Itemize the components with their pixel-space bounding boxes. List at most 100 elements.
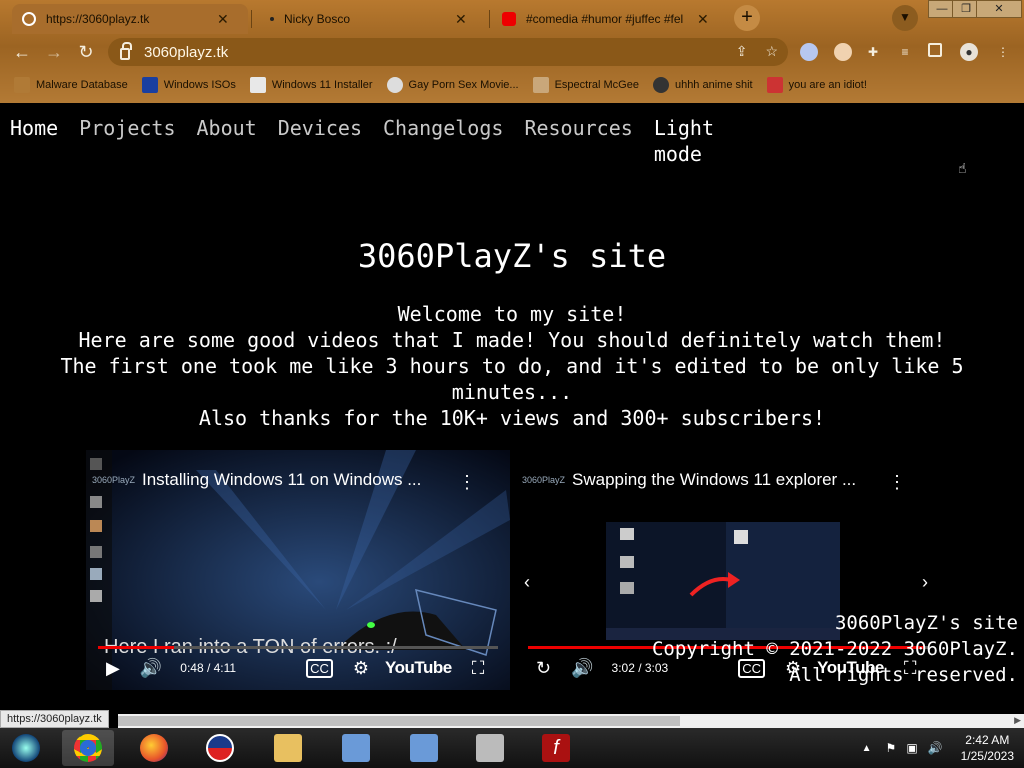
video-menu-icon[interactable]: ⋮ [888, 472, 906, 493]
chrome-icon [74, 734, 102, 762]
bookmark-espectral-mcgee[interactable]: Espectral McGee [532, 77, 639, 93]
footer-line: All rights reserved. [789, 664, 1018, 686]
close-tab-icon[interactable]: ✕ [455, 11, 467, 28]
forward-button[interactable]: → [42, 40, 66, 64]
clock-time: 2:42 AM [965, 733, 1010, 747]
installer-icon [342, 734, 370, 762]
bookmark-favicon [141, 77, 158, 93]
taskbar-obama-app[interactable] [194, 730, 246, 766]
nav-changelogs[interactable]: Changelogs [383, 115, 503, 167]
taskbar-setup-2[interactable] [398, 730, 450, 766]
reading-list-icon[interactable]: ≡ [896, 43, 914, 61]
campaign-logo-icon [206, 734, 234, 762]
bookmark-favicon [652, 77, 669, 93]
nav-devices[interactable]: Devices [278, 115, 362, 167]
bookmark-favicon [14, 77, 30, 93]
settings-gear-icon[interactable]: ⚙ [353, 658, 369, 679]
nav-resources[interactable]: Resources [524, 115, 632, 167]
channel-name[interactable]: 3060PlayZ [522, 475, 572, 485]
youtube-logo[interactable]: YouTube [385, 658, 452, 678]
bookmark-malware-database[interactable]: Malware Database [14, 77, 128, 93]
video-progress-fill [98, 646, 174, 649]
video-title[interactable]: Swapping the Windows 11 explorer ... [572, 470, 856, 490]
nav-light-mode[interactable]: Light mode [654, 115, 724, 167]
video-header: 3060PlayZ Swapping the Windows 11 explor… [516, 450, 940, 510]
tab-title: #comedia #humor #juffec #fel [526, 12, 684, 26]
installer-icon [410, 734, 438, 762]
profile-icon[interactable]: ● [960, 43, 978, 61]
bookmark-you-are-an-idiot[interactable]: you are an idiot! [766, 77, 867, 93]
video-controls: ▶ 🔊 0:48 / 4:11 CC ⚙ YouTube ⛶ [86, 650, 510, 686]
play-icon[interactable]: ▶ [106, 658, 120, 679]
video-progress-bar[interactable] [98, 646, 498, 649]
bookmark-anime[interactable]: uhhh anime shit [652, 77, 753, 93]
lock-icon[interactable] [120, 42, 132, 60]
close-tab-icon[interactable]: ✕ [697, 11, 709, 28]
taskbar-device-manager[interactable] [464, 730, 516, 766]
tab-separator [489, 10, 490, 28]
volume-icon[interactable]: 🔊 [571, 658, 593, 679]
tab-title: https://3060playz.tk [46, 12, 150, 26]
intro-line: The first one took me like 3 hours to do… [60, 354, 964, 404]
taskbar-file-explorer[interactable] [262, 730, 314, 766]
page-title: 3060PlayZ's site [357, 237, 667, 275]
horizontal-scrollbar[interactable]: ▶ [118, 714, 1024, 728]
browser-chrome: https://3060playz.tk ✕ Nicky Bosco ✕ #co… [0, 0, 1024, 103]
bookmark-favicon [386, 77, 403, 93]
nav-projects[interactable]: Projects [79, 115, 175, 167]
video-header: 3060PlayZ Installing Windows 11 on Windo… [86, 450, 510, 510]
menu-kebab-icon[interactable]: ⋮ [994, 43, 1012, 61]
tab-strip: https://3060playz.tk ✕ Nicky Bosco ✕ #co… [0, 0, 1024, 34]
bookmark-gay-porn-sex-movie[interactable]: Gay Porn Sex Movie... [386, 77, 519, 93]
bookmark-star-icon[interactable]: ☆ [765, 43, 778, 60]
back-button[interactable]: ← [10, 40, 34, 64]
tab-youtube[interactable]: #comedia #humor #juffec #fel ✕ [492, 4, 728, 34]
taskbar-setup-1[interactable] [330, 730, 382, 766]
show-hidden-icons-icon[interactable]: ▲ [862, 743, 872, 754]
web-page: Home Projects About Devices Changelogs R… [0, 103, 1024, 713]
captions-icon[interactable]: CC [306, 658, 333, 678]
volume-icon[interactable]: 🔊 [928, 741, 943, 755]
extension-flag-icon[interactable] [800, 43, 818, 61]
intro-text: Welcome to my site! Here are some good v… [55, 301, 969, 431]
globe-icon [22, 12, 36, 26]
taskbar-chrome[interactable] [62, 730, 114, 766]
scrollbar-thumb[interactable] [118, 716, 680, 726]
extensions-puzzle-icon[interactable]: ✚ [864, 43, 882, 61]
system-clock[interactable]: 2:42 AM 1/25/2023 [961, 732, 1014, 764]
taskbar-firefox[interactable] [128, 730, 180, 766]
reload-button[interactable]: ↻ [74, 40, 98, 64]
share-icon[interactable]: ⇪ [736, 43, 748, 60]
video-menu-icon[interactable]: ⋮ [458, 472, 476, 493]
bookmark-windows-11-installer[interactable]: Windows 11 Installer [249, 77, 373, 93]
taskbar-flash[interactable]: f [530, 730, 582, 766]
extension-avatar-icon[interactable] [834, 43, 852, 61]
fullscreen-icon[interactable]: ⛶ [472, 658, 485, 679]
side-panel-icon[interactable] [928, 43, 942, 57]
network-icon[interactable]: ▣ [906, 741, 917, 755]
address-text[interactable]: 3060playz.tk [144, 44, 228, 61]
action-center-flag-icon[interactable]: ⚑ [886, 741, 897, 755]
intro-line: Here are some good videos that I made! Y… [78, 328, 946, 352]
video-title[interactable]: Installing Windows 11 on Windows ... [142, 470, 421, 490]
new-tab-button[interactable]: + [734, 5, 760, 31]
video-player-1[interactable]: 3060PlayZ Installing Windows 11 on Windo… [86, 450, 510, 690]
next-arrow-icon[interactable]: › [922, 572, 928, 593]
previous-arrow-icon[interactable]: ‹ [524, 572, 530, 593]
channel-name[interactable]: 3060PlayZ [92, 475, 142, 485]
close-tab-icon[interactable]: ✕ [217, 11, 229, 28]
address-bar[interactable]: 3060playz.tk ⇪ ☆ [108, 38, 788, 66]
replay-icon[interactable]: ↻ [536, 658, 551, 679]
tab-3060playz[interactable]: https://3060playz.tk ✕ [12, 4, 248, 34]
taskbar: f ▲ ⚑ ▣ 🔊 2:42 AM 1/25/2023 [0, 728, 1024, 768]
bookmark-windows-isos[interactable]: Windows ISOs [141, 77, 236, 93]
start-button[interactable] [0, 730, 52, 766]
system-tray: ▲ ⚑ ▣ 🔊 2:42 AM 1/25/2023 [862, 728, 1014, 768]
close-window-button[interactable]: ✕ [976, 0, 1022, 18]
volume-icon[interactable]: 🔊 [140, 658, 162, 679]
scroll-right-arrow-icon[interactable]: ▶ [1014, 715, 1021, 726]
tab-search-button[interactable]: ▼ [892, 5, 918, 31]
tab-nicky-bosco[interactable]: Nicky Bosco ✕ [254, 4, 490, 34]
nav-home[interactable]: Home [10, 115, 58, 167]
nav-about[interactable]: About [197, 115, 257, 167]
